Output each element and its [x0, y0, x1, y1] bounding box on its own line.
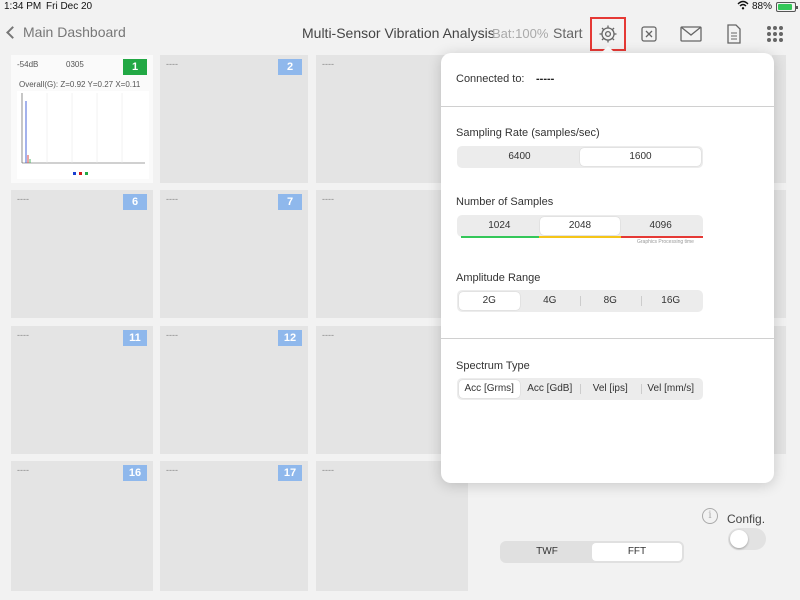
sampling-rate-label: Sampling Rate (samples/sec)	[456, 127, 600, 139]
status-date: Fri Dec 20	[46, 1, 93, 12]
sensor-tile-12[interactable]: ---- 12	[160, 326, 308, 454]
connected-value: -----	[536, 73, 555, 85]
spectrum-option-vel-ips[interactable]: Vel [ips]	[580, 380, 641, 398]
battery-level	[778, 4, 793, 10]
sensor-number: 17	[278, 465, 302, 481]
sensor-tile-5[interactable]	[772, 55, 786, 183]
twf-option[interactable]: TWF	[502, 543, 592, 561]
sensor-status: ----	[166, 194, 178, 204]
processing-bar-low	[461, 236, 539, 238]
spectrum-option-vel-mms[interactable]: Vel [mm/s]	[640, 380, 702, 398]
battery-icon	[776, 2, 798, 12]
sensor-status: ----	[17, 330, 29, 340]
sensor-number: 12	[278, 330, 302, 346]
sensor-number: 6	[123, 194, 147, 210]
spectrum-type-label: Spectrum Type	[456, 360, 530, 372]
sensor-number: 1	[123, 59, 147, 75]
divider	[441, 106, 774, 107]
sensor-tile-10[interactable]	[772, 190, 786, 318]
sensor-status: ----	[322, 465, 334, 475]
connected-label: Connected to:	[456, 73, 525, 85]
sensor-number: 11	[123, 330, 147, 346]
mail-icon[interactable]	[676, 20, 706, 48]
sensor-status: ----	[17, 194, 29, 204]
sensor-status: ----	[322, 59, 334, 69]
gear-icon[interactable]	[593, 20, 623, 48]
grid-icon[interactable]	[760, 20, 790, 48]
amplitude-option-8g[interactable]: 8G	[580, 292, 641, 310]
sensor-status: ----	[17, 465, 29, 475]
start-button[interactable]: Start	[553, 25, 583, 41]
number-of-samples-label: Number of Samples	[456, 196, 554, 208]
status-bar: 1:34 PM Fri Dec 20 88%	[0, 0, 800, 14]
battery-percent: 88%	[752, 1, 773, 12]
wifi-icon	[737, 0, 749, 13]
sensor-tile-17[interactable]: ---- 17	[160, 461, 308, 591]
processing-bar-high	[621, 236, 703, 238]
settings-popover: Connected to: ----- Sampling Rate (sampl…	[441, 53, 774, 483]
nav-bar: Main Dashboard Multi-Sensor Vibration An…	[0, 14, 800, 54]
amplitude-range-segmented: 2G 4G 8G 16G	[457, 290, 703, 312]
info-icon[interactable]: i	[702, 508, 718, 524]
sensor-tile-6[interactable]: ---- 6	[11, 190, 153, 318]
chevron-left-icon	[6, 25, 19, 39]
sensor-tile-7[interactable]: ---- 7	[160, 190, 308, 318]
spectrum-option-acc-grms[interactable]: Acc [Grms]	[459, 380, 520, 398]
samples-option-4096[interactable]: 4096	[620, 217, 701, 235]
document-icon[interactable]	[719, 20, 749, 48]
samples-option-1024[interactable]: 1024	[459, 217, 540, 235]
status-time: 1:34 PM	[4, 1, 42, 12]
sensor-status: ----	[322, 330, 334, 340]
signal-strength: -54dB	[17, 60, 39, 69]
back-label: Main Dashboard	[23, 24, 126, 40]
page-title: Multi-Sensor Vibration Analysis	[302, 25, 495, 41]
toggle-knob	[730, 530, 748, 548]
sensor-tile-16[interactable]: ---- 16	[11, 461, 153, 591]
sensor-code: 0305	[66, 60, 84, 69]
config-label: Config.	[727, 512, 766, 526]
sensor-number: 2	[278, 59, 302, 75]
spectrum-option-acc-gdb[interactable]: Acc [GdB]	[520, 380, 581, 398]
overall-readout: Overall(G): Z=0.92 Y=0.27 X=0.11	[19, 80, 141, 89]
close-box-icon[interactable]	[634, 20, 664, 48]
samples-option-2048[interactable]: 2048	[539, 217, 621, 235]
sensor-status: ----	[166, 330, 178, 340]
sensor-number: 7	[278, 194, 302, 210]
sampling-option-1600[interactable]: 1600	[580, 148, 701, 166]
sensor-battery: Bat:100%	[492, 26, 549, 41]
amplitude-range-label: Amplitude Range	[456, 272, 541, 284]
sensor-tile-2[interactable]: ---- 2	[160, 55, 308, 183]
sensor-status: ----	[166, 59, 178, 69]
config-toggle[interactable]	[728, 528, 766, 550]
processing-bar-medium	[539, 236, 621, 238]
fft-option[interactable]: FFT	[592, 543, 682, 561]
sensor-status: ----	[166, 465, 178, 475]
sampling-option-6400[interactable]: 6400	[459, 148, 580, 166]
back-button[interactable]: Main Dashboard	[6, 24, 126, 40]
number-of-samples-segmented: 1024 2048 4096	[457, 215, 703, 237]
amplitude-option-16g[interactable]: 16G	[640, 292, 702, 310]
view-mode-segmented: TWF FFT	[500, 541, 684, 563]
sensor-number: 16	[123, 465, 147, 481]
amplitude-option-4g[interactable]: 4G	[520, 292, 581, 310]
amplitude-option-2g[interactable]: 2G	[459, 292, 520, 310]
sensor-status: ----	[322, 194, 334, 204]
processing-time-note: Graphics Processing time	[637, 239, 694, 245]
divider	[441, 338, 774, 339]
mini-spectrum-chart	[17, 91, 149, 179]
spectrum-type-segmented: Acc [Grms] Acc [GdB] Vel [ips] Vel [mm/s…	[457, 378, 703, 400]
sensor-tile-1[interactable]: -54dB 0305 1 Overall(G): Z=0.92 Y=0.27 X…	[11, 55, 153, 183]
sensor-tile-15[interactable]	[772, 326, 786, 454]
sampling-rate-segmented: 6400 1600	[457, 146, 703, 168]
sensor-tile-11[interactable]: ---- 11	[11, 326, 153, 454]
